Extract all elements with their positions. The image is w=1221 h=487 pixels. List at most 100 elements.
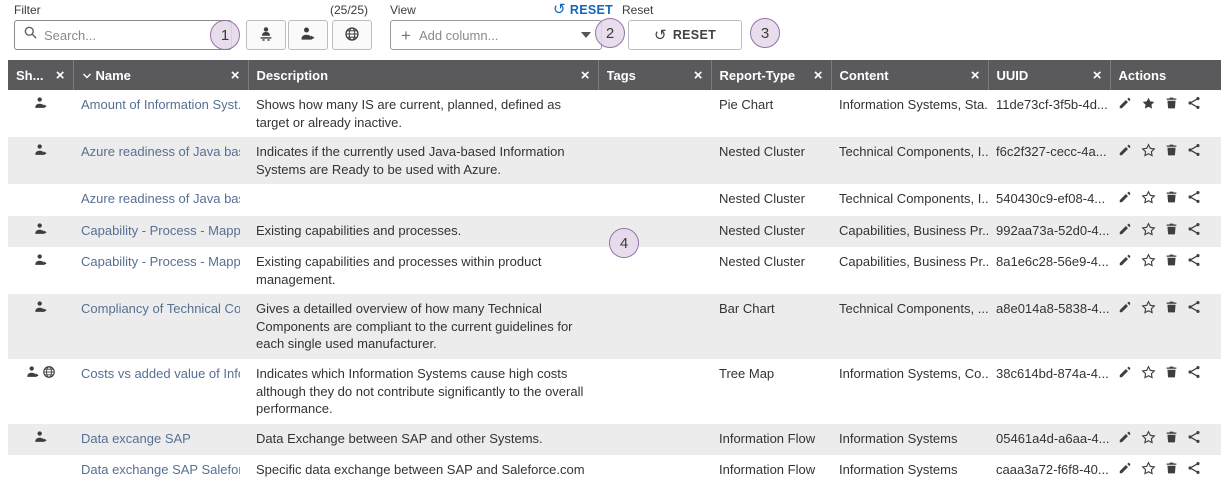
org-unit-icon bbox=[258, 26, 274, 45]
favorite-star-icon[interactable] bbox=[1141, 222, 1156, 242]
globe-icon bbox=[42, 365, 56, 384]
report-uuid: 38c614bd-874a-4... bbox=[988, 359, 1110, 424]
column-header-reporttype[interactable]: Report-Type× bbox=[711, 60, 831, 90]
report-name-link[interactable]: Capability - Process - Mappi... bbox=[81, 253, 240, 271]
close-column-icon[interactable]: × bbox=[56, 68, 65, 83]
report-name-link[interactable]: Data exchange SAP Saleforce bbox=[81, 461, 240, 479]
favorite-star-icon[interactable] bbox=[1141, 190, 1156, 210]
report-name-link[interactable]: Capability - Process - Mappi... bbox=[81, 222, 240, 240]
reset-button-label: RESET bbox=[673, 28, 716, 42]
share-icon[interactable] bbox=[1187, 143, 1201, 162]
delete-trash-icon[interactable] bbox=[1165, 365, 1178, 384]
search-icon bbox=[23, 25, 38, 45]
favorite-star-icon[interactable] bbox=[1141, 365, 1156, 385]
person-share-filter-button[interactable] bbox=[288, 20, 328, 50]
close-column-icon[interactable]: × bbox=[694, 68, 703, 83]
close-column-icon[interactable]: × bbox=[1093, 68, 1102, 83]
share-icon[interactable] bbox=[1187, 430, 1201, 449]
column-header-uuid[interactable]: UUID × bbox=[988, 60, 1110, 90]
column-header-content[interactable]: Content × bbox=[831, 60, 988, 90]
name-cell: Azure readiness of Java bas... bbox=[73, 184, 248, 216]
person-share-icon bbox=[34, 222, 48, 241]
share-icon[interactable] bbox=[1187, 461, 1201, 480]
share-icon[interactable] bbox=[1187, 300, 1201, 319]
share-icon[interactable] bbox=[1187, 190, 1201, 209]
share-icon[interactable] bbox=[1187, 222, 1201, 241]
report-content: Technical Components, I... bbox=[831, 184, 988, 216]
edit-icon[interactable] bbox=[1118, 222, 1132, 241]
undo-arrow-icon: ↺ bbox=[553, 2, 566, 17]
share-icon[interactable] bbox=[1187, 253, 1201, 272]
edit-icon[interactable] bbox=[1118, 365, 1132, 384]
favorite-star-icon[interactable] bbox=[1141, 253, 1156, 273]
report-tags bbox=[598, 359, 711, 424]
column-label: UUID bbox=[997, 68, 1029, 83]
report-name-link[interactable]: Compliancy of Technical Co... bbox=[81, 300, 240, 318]
person-share-icon bbox=[26, 365, 40, 384]
shared-cell bbox=[8, 247, 73, 294]
dropdown-arrow-icon[interactable] bbox=[581, 32, 591, 38]
column-header-tags[interactable]: Tags × bbox=[598, 60, 711, 90]
favorite-star-icon[interactable] bbox=[1141, 300, 1156, 320]
report-content: Technical Components, I... bbox=[831, 137, 988, 184]
actions-cell bbox=[1110, 294, 1221, 359]
person-share-icon bbox=[34, 96, 48, 115]
report-type: Information Flow bbox=[711, 455, 831, 487]
name-cell: Azure readiness of Java bas... bbox=[73, 137, 248, 184]
report-type: Information Flow bbox=[711, 424, 831, 456]
sort-chevron-down-icon[interactable] bbox=[82, 68, 92, 83]
share-icon[interactable] bbox=[1187, 96, 1201, 115]
favorite-star-icon[interactable] bbox=[1141, 96, 1156, 116]
close-column-icon[interactable]: × bbox=[581, 68, 590, 83]
close-column-icon[interactable]: × bbox=[231, 68, 240, 83]
table-row: Costs vs added value of Info...Indicates… bbox=[8, 359, 1221, 424]
report-name-link[interactable]: Costs vs added value of Info... bbox=[81, 365, 240, 383]
column-label: Tags bbox=[607, 68, 636, 83]
report-name-link[interactable]: Data excange SAP bbox=[81, 430, 240, 448]
actions-cell bbox=[1110, 455, 1221, 487]
delete-trash-icon[interactable] bbox=[1165, 253, 1178, 272]
actions-cell bbox=[1110, 137, 1221, 184]
column-header-sh[interactable]: Sh...× bbox=[8, 60, 73, 90]
delete-trash-icon[interactable] bbox=[1165, 300, 1178, 319]
globe-filter-button[interactable] bbox=[332, 20, 372, 50]
org-unit-filter-button[interactable] bbox=[246, 20, 286, 50]
annotation-callout-2: 2 bbox=[595, 18, 625, 48]
reset-button[interactable]: ↺ RESET bbox=[628, 20, 742, 50]
favorite-star-icon[interactable] bbox=[1141, 143, 1156, 163]
search-input[interactable] bbox=[44, 28, 223, 43]
report-type: Nested Cluster bbox=[711, 184, 831, 216]
share-icon[interactable] bbox=[1187, 365, 1201, 384]
column-header-actions[interactable]: Actions bbox=[1110, 60, 1221, 90]
delete-trash-icon[interactable] bbox=[1165, 430, 1178, 449]
column-label: Content bbox=[840, 68, 889, 83]
edit-icon[interactable] bbox=[1118, 300, 1132, 319]
edit-icon[interactable] bbox=[1118, 190, 1132, 209]
edit-icon[interactable] bbox=[1118, 96, 1132, 115]
add-column-combobox[interactable]: + Add column... bbox=[390, 20, 602, 50]
report-description: Indicates if the currently used Java-bas… bbox=[248, 137, 598, 184]
delete-trash-icon[interactable] bbox=[1165, 222, 1178, 241]
favorite-star-icon[interactable] bbox=[1141, 461, 1156, 481]
person-share-icon bbox=[34, 143, 48, 162]
delete-trash-icon[interactable] bbox=[1165, 96, 1178, 115]
edit-icon[interactable] bbox=[1118, 253, 1132, 272]
column-header-description[interactable]: Description× bbox=[248, 60, 598, 90]
delete-trash-icon[interactable] bbox=[1165, 143, 1178, 162]
view-reset-link[interactable]: ↺RESET bbox=[553, 2, 613, 17]
report-name-link[interactable]: Azure readiness of Java bas... bbox=[81, 143, 240, 161]
close-column-icon[interactable]: × bbox=[971, 68, 980, 83]
table-row: Data excange SAPData Exchange between SA… bbox=[8, 424, 1221, 456]
report-tags bbox=[598, 294, 711, 359]
edit-icon[interactable] bbox=[1118, 430, 1132, 449]
delete-trash-icon[interactable] bbox=[1165, 461, 1178, 480]
favorite-star-icon[interactable] bbox=[1141, 430, 1156, 450]
report-name-link[interactable]: Azure readiness of Java bas... bbox=[81, 190, 240, 208]
edit-icon[interactable] bbox=[1118, 143, 1132, 162]
delete-trash-icon[interactable] bbox=[1165, 190, 1178, 209]
column-header-name[interactable]: Name× bbox=[73, 60, 248, 90]
table-row: Amount of Information Syst...Shows how m… bbox=[8, 90, 1221, 137]
report-name-link[interactable]: Amount of Information Syst... bbox=[81, 96, 240, 114]
close-column-icon[interactable]: × bbox=[814, 68, 823, 83]
edit-icon[interactable] bbox=[1118, 461, 1132, 480]
